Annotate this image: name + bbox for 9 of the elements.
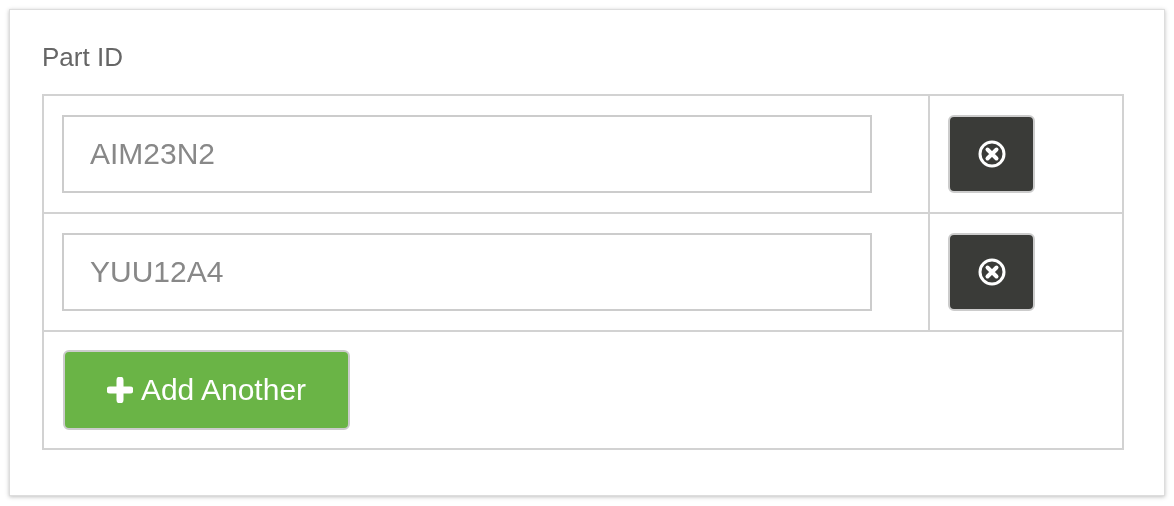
close-icon — [976, 139, 1007, 169]
close-icon — [976, 257, 1007, 287]
field-label: Part ID — [42, 41, 124, 74]
plus-icon — [106, 377, 133, 403]
remove-button[interactable] — [948, 233, 1035, 311]
remove-button[interactable] — [948, 115, 1035, 193]
input-field[interactable]: AIM23N2 — [62, 115, 872, 193]
add-another-button[interactable]: Add Another — [63, 350, 350, 430]
input-field[interactable]: YUU12A4 — [62, 233, 872, 311]
